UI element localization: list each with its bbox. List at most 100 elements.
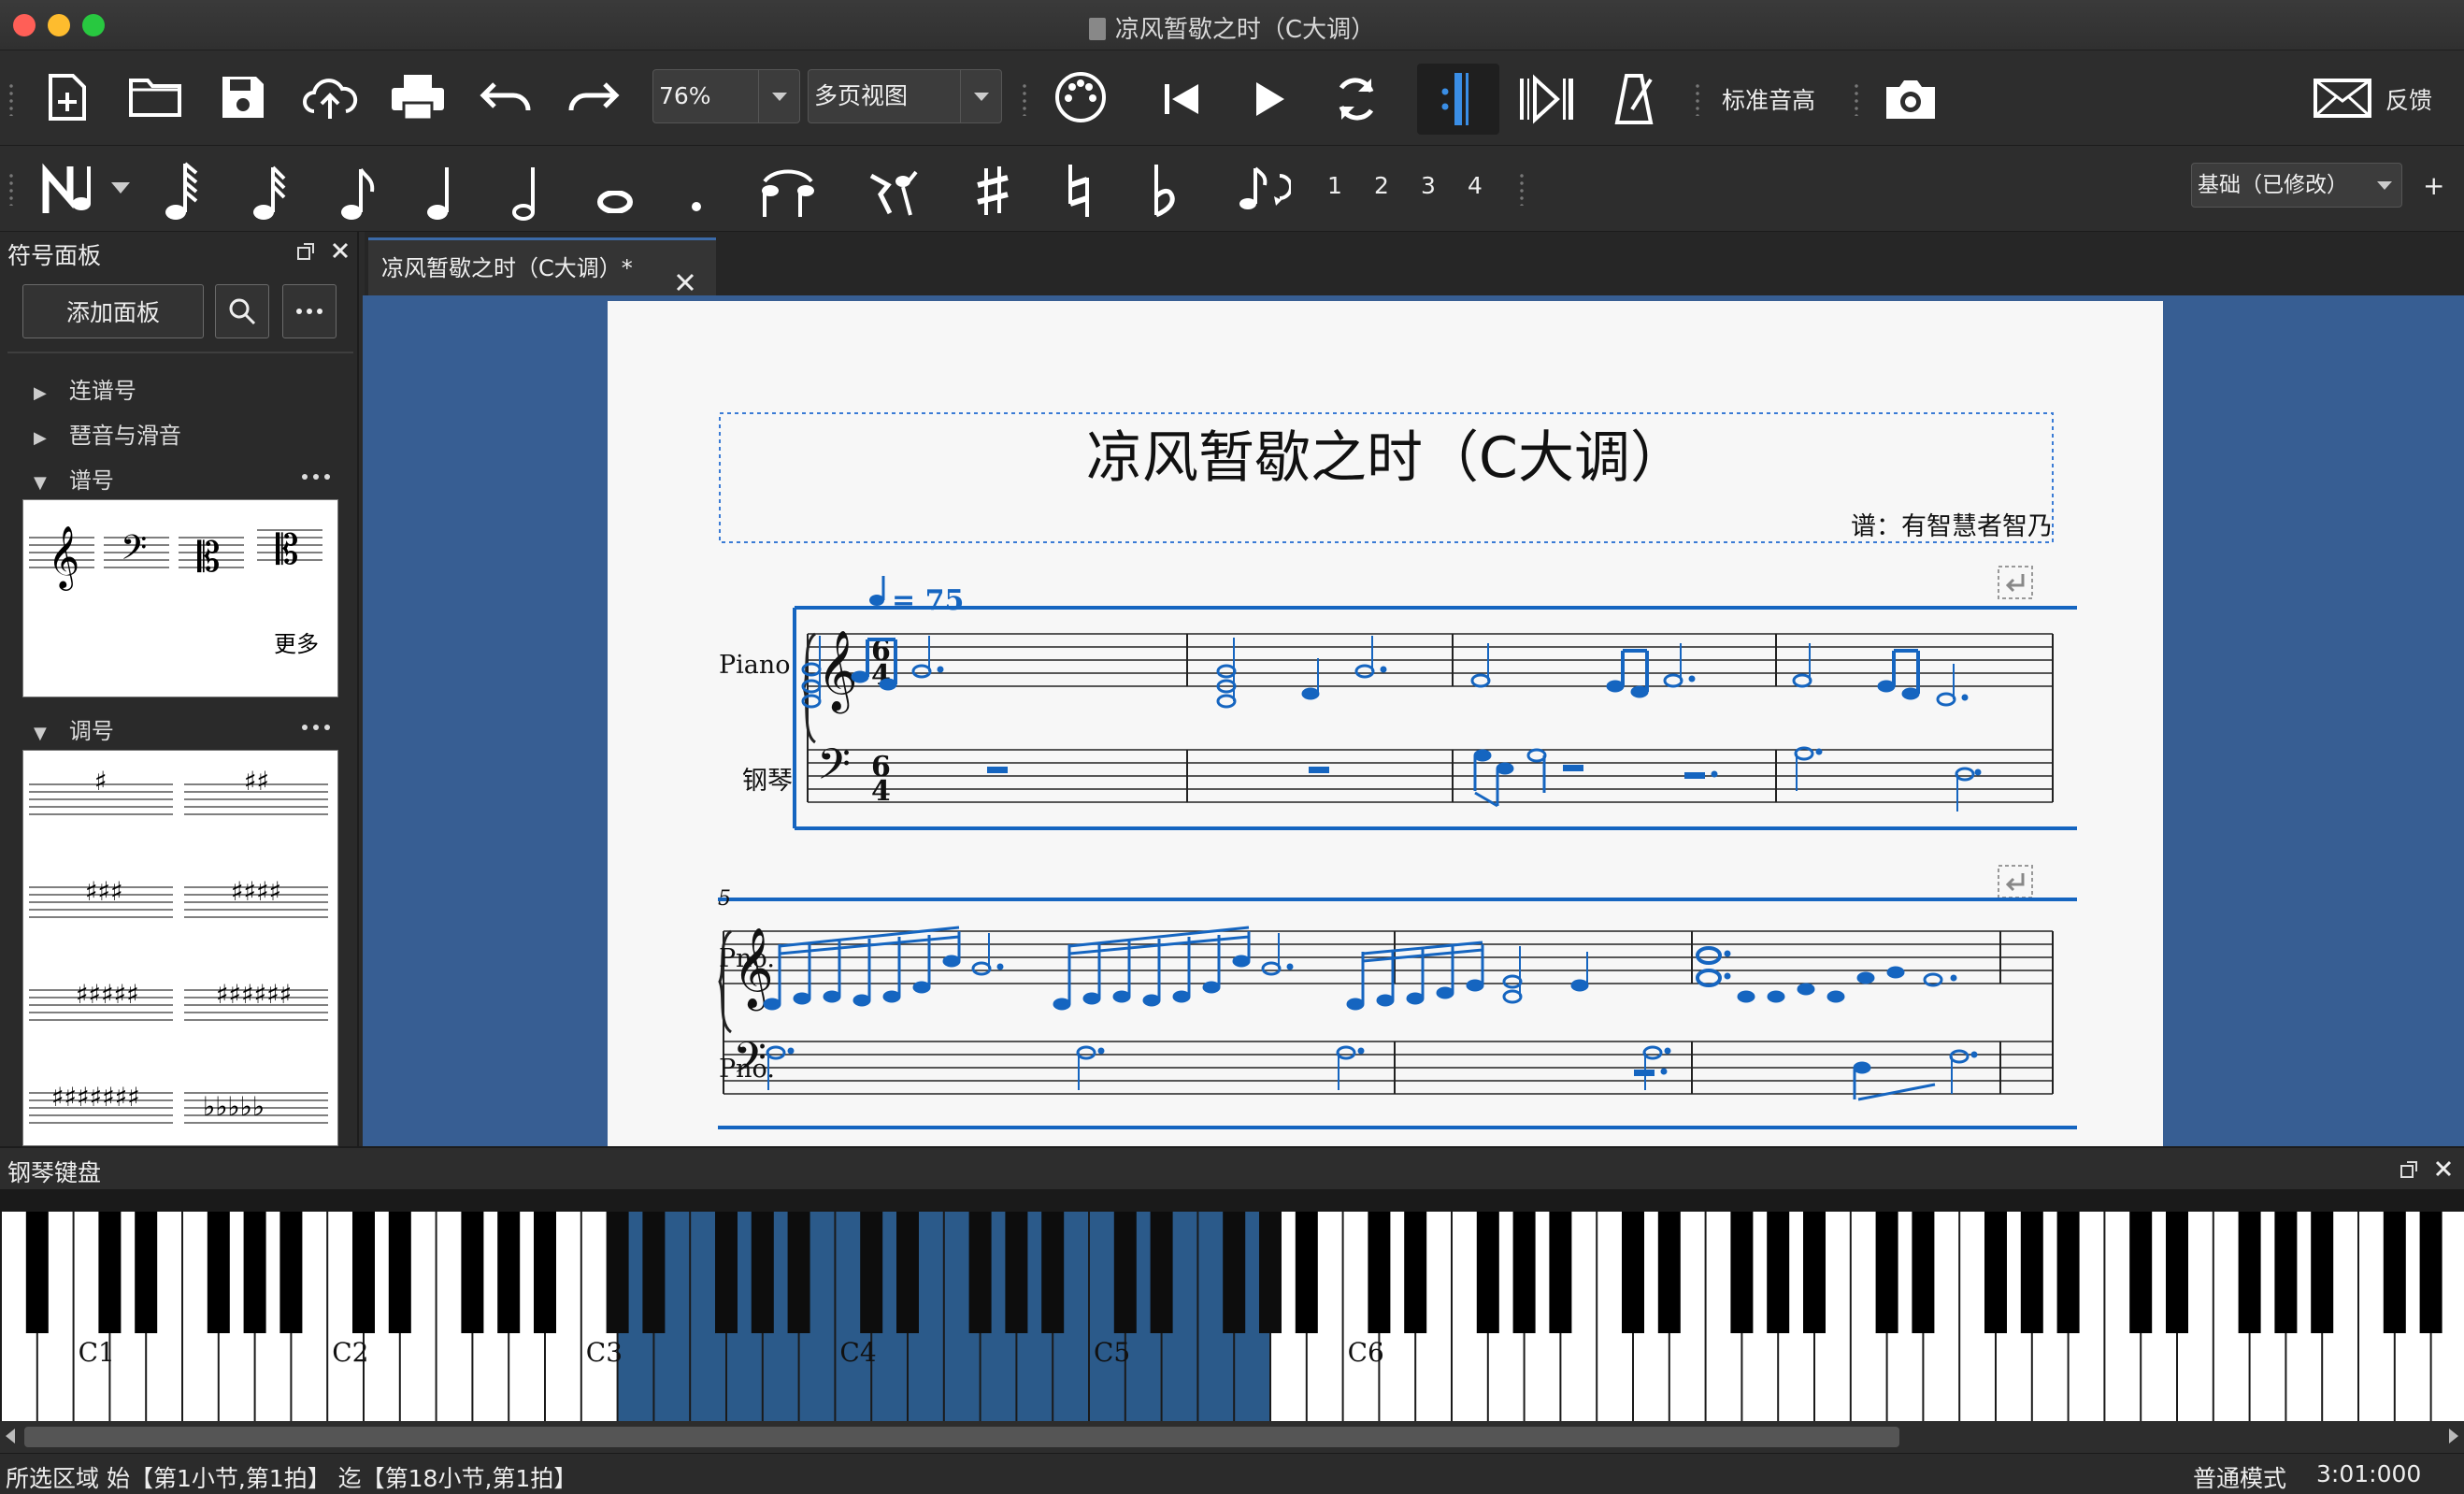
line-break-icon[interactable] — [1998, 566, 2033, 599]
toolbar-grip[interactable] — [1518, 172, 1526, 206]
duration-quarter-button[interactable] — [419, 157, 467, 224]
augmentation-dot-button[interactable] — [682, 193, 710, 221]
key-sig-6-sharps[interactable]: ♯♯♯♯♯♯ — [216, 979, 292, 1010]
feedback-label[interactable]: 反馈 — [2385, 82, 2432, 116]
voice-4-button[interactable]: 4 — [1468, 172, 1483, 199]
concert-pitch-toggle[interactable]: 标准音高 — [1722, 82, 1815, 116]
duration-16th-button[interactable] — [333, 157, 381, 224]
redo-button[interactable] — [565, 71, 623, 123]
score-title[interactable]: 凉风暂歇之时（C大调） — [1086, 425, 1686, 491]
time-signature-bottom[interactable]: 4 — [871, 775, 891, 808]
view-mode-select[interactable]: 多页视图 — [808, 69, 1002, 123]
undock-icon[interactable] — [294, 239, 318, 264]
duration-half-button[interactable] — [505, 157, 553, 224]
thirty-second-note-icon — [253, 165, 286, 220]
alto-clef-icon: 𝄡 — [197, 534, 221, 582]
treble-clef-icon[interactable]: 𝄞 — [817, 630, 858, 714]
tab-score[interactable]: 凉风暂歇之时（C大调）* — [368, 237, 716, 295]
chevron-down-icon[interactable] — [960, 70, 1001, 122]
key-sig-5-flats[interactable]: ♭♭♭♭♭ — [203, 1091, 265, 1122]
pan-score-toggle[interactable] — [1417, 64, 1499, 135]
palette-section-key-signatures[interactable]: ▼ 调号 — [34, 712, 114, 745]
add-workspace-button[interactable]: + — [2423, 170, 2444, 201]
key-sig-4-sharps[interactable]: ♯♯♯♯ — [231, 876, 281, 907]
line-break-icon[interactable] — [1998, 865, 2033, 898]
notes-system-1[interactable] — [801, 636, 1982, 812]
close-icon[interactable] — [327, 237, 353, 264]
new-file-icon — [49, 74, 86, 121]
octave-label: C6 — [1347, 1337, 1384, 1368]
close-icon[interactable] — [2430, 1156, 2457, 1182]
toolbar-grip[interactable] — [1021, 82, 1028, 116]
notes-system-2[interactable] — [763, 926, 1978, 1101]
natural-button[interactable] — [1058, 159, 1099, 223]
toolbar-grip[interactable] — [1853, 82, 1860, 116]
scrollbar-thumb[interactable] — [24, 1427, 1899, 1447]
palette-section-brackets[interactable]: ▶ 连谱号 — [34, 372, 136, 405]
tempo-marking[interactable]: = 75 — [869, 576, 964, 617]
bass-clef-icon[interactable]: 𝄢 — [733, 1033, 766, 1094]
toolbar-grip[interactable] — [1694, 82, 1701, 116]
loop-button[interactable] — [1327, 71, 1385, 127]
undo-button[interactable] — [477, 71, 535, 123]
chevron-down-icon[interactable] — [758, 70, 799, 122]
scroll-left-icon[interactable] — [6, 1429, 15, 1444]
score-canvas[interactable]: 凉风暂歇之时（C大调） 谱：有智慧者智乃 = 75 Piano 钢琴 𝄞 𝄢 6… — [363, 295, 2464, 1146]
toolbar-grip[interactable] — [7, 172, 15, 206]
tie-button[interactable] — [755, 159, 821, 223]
note-input-mode-button[interactable] — [39, 161, 95, 217]
zoom-value: 76% — [659, 82, 711, 109]
workspace-select[interactable]: 基础（已修改） — [2191, 163, 2402, 208]
palette-options-button[interactable] — [282, 284, 337, 338]
key-sig-2-sharps[interactable]: ♯♯ — [244, 766, 269, 797]
metronome-button[interactable] — [1608, 69, 1660, 129]
print-button[interactable] — [389, 71, 447, 123]
key-sig-7-sharps[interactable]: ♯♯♯♯♯♯♯ — [51, 1082, 140, 1113]
section-options-icon[interactable] — [297, 466, 335, 488]
flip-direction-button[interactable] — [1232, 159, 1294, 223]
search-icon — [229, 298, 256, 325]
sharp-button[interactable] — [968, 159, 1017, 223]
duration-32nd-button[interactable] — [245, 157, 294, 224]
rest-button[interactable] — [862, 159, 924, 223]
scroll-right-icon[interactable] — [2449, 1429, 2458, 1444]
staff-name-piano-cn[interactable]: 钢琴 — [742, 767, 793, 796]
undock-icon[interactable] — [2397, 1157, 2421, 1182]
piano-keyboard[interactable]: C1 C2 C3 C4 C5 C6 — [0, 1189, 2464, 1432]
save-button[interactable] — [217, 71, 269, 123]
screenshot-button[interactable] — [1879, 71, 1942, 127]
feedback-button[interactable] — [2313, 75, 2372, 122]
toolbar-grip[interactable] — [7, 82, 15, 116]
midi-input-button[interactable] — [1051, 67, 1110, 127]
upload-cloud-button[interactable] — [301, 71, 359, 123]
rewind-button[interactable] — [1155, 73, 1208, 125]
palette-section-arpeggios[interactable]: ▶ 琶音与滑音 — [34, 417, 181, 450]
half-note-icon — [512, 167, 535, 221]
key-sig-5-sharps[interactable]: ♯♯♯♯♯ — [76, 979, 139, 1010]
score-composer[interactable]: 谱：有智慧者智乃 — [1851, 512, 2053, 541]
palette-section-clefs[interactable]: ▼ 谱号 — [34, 462, 114, 495]
flat-button[interactable] — [1144, 159, 1185, 223]
chevron-down-icon[interactable] — [107, 174, 135, 202]
bass-clef-icon[interactable]: 𝄢 — [817, 740, 851, 800]
keyboard-scrollbar[interactable] — [0, 1421, 2464, 1453]
staff-name-piano[interactable]: Piano — [719, 651, 791, 680]
new-file-button[interactable] — [41, 71, 93, 123]
zoom-select[interactable]: 76% — [652, 69, 800, 123]
key-sig-3-sharps[interactable]: ♯♯♯ — [85, 876, 123, 907]
search-palette-button[interactable] — [215, 284, 269, 338]
key-sig-1-sharp[interactable]: ♯ — [94, 766, 107, 797]
duration-64th-button[interactable] — [157, 157, 206, 224]
section-options-icon[interactable] — [297, 716, 335, 739]
duration-whole-button[interactable] — [591, 183, 639, 221]
voice-2-button[interactable]: 2 — [1374, 172, 1389, 199]
play-repeats-button[interactable] — [1514, 71, 1578, 127]
voice-3-button[interactable]: 3 — [1421, 172, 1436, 199]
play-button[interactable] — [1243, 73, 1296, 125]
voice-1-button[interactable]: 1 — [1327, 172, 1342, 199]
view-mode-value: 多页视图 — [814, 82, 909, 109]
add-palette-button[interactable]: 添加面板 — [22, 284, 204, 338]
open-file-button[interactable] — [127, 71, 183, 123]
more-clefs-link[interactable]: 更多 — [274, 631, 319, 657]
chevron-down-icon[interactable] — [2368, 164, 2401, 207]
